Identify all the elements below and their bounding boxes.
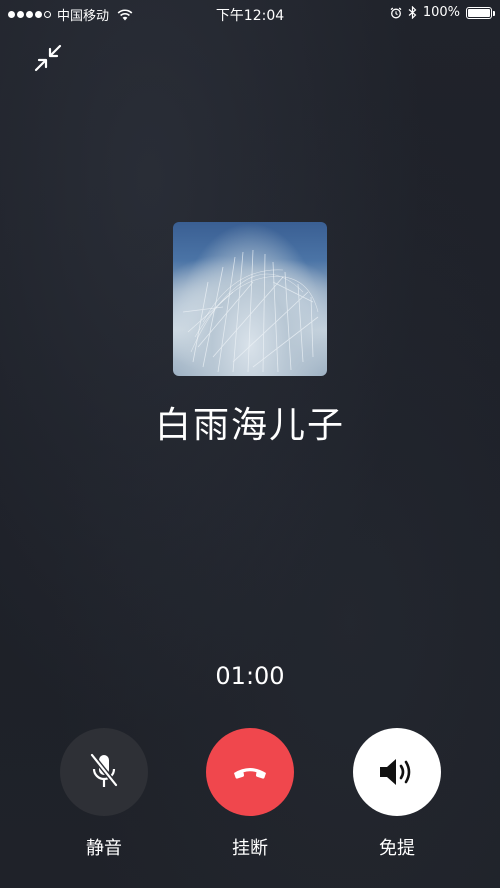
battery-percentage: 100% bbox=[422, 5, 460, 20]
speaker-icon bbox=[380, 759, 411, 785]
avatar-image bbox=[182, 249, 319, 373]
call-timer: 01:00 bbox=[215, 662, 285, 690]
caller-name: 白雨海儿子 bbox=[154, 405, 345, 446]
speaker-button[interactable] bbox=[353, 728, 441, 816]
battery-icon bbox=[466, 6, 495, 19]
phone-hangup-icon bbox=[234, 768, 266, 779]
mic-off-icon bbox=[90, 753, 118, 787]
bluetooth-icon bbox=[408, 6, 417, 19]
minimize-button[interactable] bbox=[32, 42, 64, 74]
hangup-button[interactable] bbox=[206, 728, 294, 816]
status-bar: 中国移动 下午12:04 100% bbox=[0, 0, 500, 28]
battery-fill bbox=[468, 8, 490, 17]
minimize-arrows-icon bbox=[34, 44, 62, 72]
hangup-label: 挂断 bbox=[232, 838, 268, 859]
speaker-label: 免提 bbox=[379, 838, 415, 859]
mute-button[interactable] bbox=[60, 728, 148, 816]
mute-label: 静音 bbox=[86, 838, 122, 859]
status-right: 100% bbox=[390, 5, 495, 20]
caller-avatar bbox=[173, 222, 327, 376]
alarm-icon bbox=[390, 7, 402, 18]
